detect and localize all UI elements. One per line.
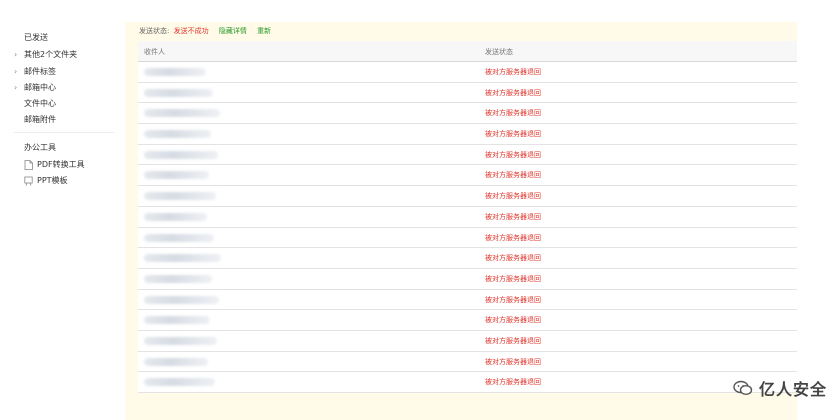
table-row[interactable]: 被对方服务器退回 — [138, 372, 797, 393]
column-header-recipient: 收件人 — [144, 48, 165, 56]
sidebar-item-label: 邮箱附件 — [24, 115, 56, 124]
sidebar-item-label: 其他2个文件夹 — [24, 50, 78, 59]
sidebar-item-label: PPT模板 — [37, 176, 68, 185]
send-status-cell: 被对方服务器退回 — [485, 316, 541, 325]
table-row[interactable]: 被对方服务器退回 — [138, 269, 797, 290]
send-status-cell: 被对方服务器退回 — [485, 295, 541, 304]
table-row[interactable]: 被对方服务器退回 — [138, 248, 797, 269]
recipient-redacted — [144, 295, 219, 304]
ppt-icon — [24, 176, 33, 186]
send-status-cell: 被对方服务器退回 — [485, 212, 541, 221]
send-status-cell: 被对方服务器退回 — [485, 357, 541, 366]
sidebar-item-label: 已发送 — [24, 33, 48, 42]
send-status-cell: 被对方服务器退回 — [485, 171, 541, 180]
sidebar-item-label: 文件中心 — [24, 99, 56, 108]
sidebar-item-mail-tags[interactable]: › 邮件标签 — [14, 66, 56, 78]
send-status-cell: 被对方服务器退回 — [485, 254, 541, 263]
send-status-bar: 发送状态: 发送不成功 隐藏详情 重新 — [139, 26, 271, 36]
table-header: 收件人 发送状态 — [138, 41, 797, 62]
send-status-cell: 被对方服务器退回 — [485, 88, 541, 97]
hide-details-link[interactable]: 隐藏详情 — [219, 27, 247, 35]
table-row[interactable]: 被对方服务器退回 — [138, 331, 797, 352]
send-status-cell: 被对方服务器退回 — [485, 274, 541, 283]
send-status-cell: 被对方服务器退回 — [485, 150, 541, 159]
sidebar-item-sent[interactable]: 已发送 — [24, 32, 48, 44]
sidebar-item-label: 邮件标签 — [24, 67, 56, 76]
sidebar-item-file-center[interactable]: 文件中心 — [24, 98, 56, 110]
resend-link[interactable]: 重新 — [257, 27, 271, 35]
recipients-table: 收件人 发送状态 被对方服务器退回 被对方服务器退回 被对方服务器退回 被对方服务器退… — [138, 41, 797, 393]
table-row[interactable]: 被对方服务器退回 — [138, 228, 797, 249]
recipient-redacted — [144, 171, 209, 180]
send-status-cell: 被对方服务器退回 — [485, 130, 541, 139]
send-status-cell: 被对方服务器退回 — [485, 109, 541, 118]
recipient-redacted — [144, 130, 211, 139]
recipient-redacted — [144, 233, 214, 242]
recipient-redacted — [144, 274, 212, 283]
column-header-send-status: 发送状态 — [485, 48, 513, 56]
table-row[interactable]: 被对方服务器退回 — [138, 186, 797, 207]
pdf-icon — [24, 160, 33, 170]
recipient-redacted — [144, 212, 207, 221]
watermark-text: 亿人安全 — [758, 380, 827, 399]
sidebar-item-mail-center[interactable]: › 邮箱中心 — [14, 82, 56, 94]
table-row[interactable]: 被对方服务器退回 — [138, 145, 797, 166]
table-row[interactable]: 被对方服务器退回 — [138, 290, 797, 311]
recipient-redacted — [144, 150, 218, 159]
chevron-right-icon: › — [14, 83, 18, 92]
recipient-redacted — [144, 254, 221, 263]
table-row[interactable]: 被对方服务器退回 — [138, 352, 797, 373]
table-body: 被对方服务器退回 被对方服务器退回 被对方服务器退回 被对方服务器退回 被对方服务器退回… — [138, 62, 797, 393]
send-failed-text: 发送不成功 — [173, 27, 209, 35]
table-row[interactable]: 被对方服务器退回 — [138, 62, 797, 83]
recipient-redacted — [144, 109, 220, 118]
sidebar-item-attachments[interactable]: 邮箱附件 — [24, 114, 56, 126]
sidebar-item-pdf-tool[interactable]: PDF转换工具 — [24, 159, 85, 171]
chevron-right-icon: › — [14, 50, 18, 59]
recipient-redacted — [144, 68, 206, 76]
sidebar-item-label: PDF转换工具 — [37, 160, 85, 169]
sidebar: 已发送 › 其他2个文件夹 › 邮件标签 › 邮箱中心 文件中心 邮箱附件 办公… — [0, 0, 125, 420]
table-row[interactable]: 被对方服务器退回 — [138, 83, 797, 104]
table-row[interactable]: 被对方服务器退回 — [138, 310, 797, 331]
watermark: 亿人安全 — [733, 376, 827, 400]
recipient-redacted — [144, 378, 215, 387]
send-status-cell: 被对方服务器退回 — [485, 336, 541, 345]
sidebar-item-ppt-template[interactable]: PPT模板 — [24, 175, 68, 187]
recipient-redacted — [144, 192, 216, 201]
send-status-cell: 被对方服务器退回 — [485, 192, 541, 201]
table-row[interactable]: 被对方服务器退回 — [138, 207, 797, 228]
sidebar-item-label: 邮箱中心 — [24, 83, 56, 92]
sidebar-item-other-folders[interactable]: › 其他2个文件夹 — [14, 49, 77, 61]
send-status-cell: 被对方服务器退回 — [485, 378, 541, 387]
recipient-redacted — [144, 336, 217, 345]
recipient-redacted — [144, 88, 213, 97]
chevron-right-icon: › — [14, 67, 18, 76]
table-row[interactable]: 被对方服务器退回 — [138, 124, 797, 145]
mail-page: 已发送 › 其他2个文件夹 › 邮件标签 › 邮箱中心 文件中心 邮箱附件 办公… — [0, 0, 835, 420]
send-status-label: 发送状态: — [139, 27, 170, 35]
send-status-cell: 被对方服务器退回 — [485, 68, 541, 76]
recipient-redacted — [144, 357, 208, 366]
send-status-cell: 被对方服务器退回 — [485, 233, 541, 242]
section-title-office-tools: 办公工具 — [24, 143, 56, 152]
send-status-panel: 发送状态: 发送不成功 隐藏详情 重新 收件人 发送状态 被对方服务器退回 被对方… — [125, 22, 797, 420]
recipient-redacted — [144, 316, 210, 325]
wechat-logo-icon — [733, 380, 753, 396]
table-row[interactable]: 被对方服务器退回 — [138, 103, 797, 125]
sidebar-divider — [14, 132, 114, 133]
table-row[interactable]: 被对方服务器退回 — [138, 165, 797, 187]
